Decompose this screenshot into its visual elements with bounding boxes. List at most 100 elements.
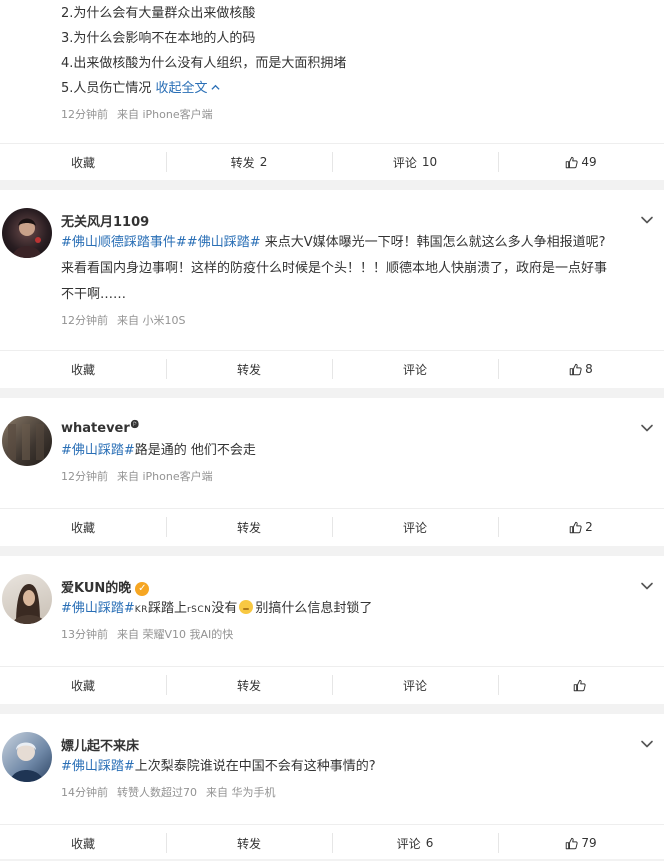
post-source: 来自 荣耀V10 我AI的快 [117, 628, 234, 641]
avatar[interactable] [2, 732, 52, 782]
post-meta: 12分钟前 来自 iPhone客户端 [61, 106, 222, 122]
thumbs-up-icon [573, 679, 586, 692]
repost-button[interactable]: 转发 2 [166, 144, 332, 180]
post-card-4: 嫖儿起不来床 #佛山踩踏#上次梨泰院谁说在中国不会有这种事情的? 14分钟前 转赞… [0, 714, 664, 859]
like-button[interactable]: 8 [498, 351, 664, 387]
card-gap [0, 180, 664, 190]
user-mark: 🅟 [130, 420, 139, 429]
comment-count: 6 [425, 836, 434, 850]
post-meta: 14分钟前 转赞人数超过70 来自 华为手机 [61, 784, 285, 800]
post-time: 12分钟前 [61, 470, 108, 483]
avatar-image [8, 424, 44, 460]
favorite-button[interactable]: 收藏 [0, 509, 166, 545]
chevron-down-icon[interactable] [640, 737, 654, 751]
card-gap [0, 704, 664, 714]
post-time: 12分钟前 [61, 314, 108, 327]
like-button[interactable]: 79 [498, 825, 664, 861]
card-gap [0, 546, 664, 556]
thumbs-up-icon [565, 837, 578, 850]
chevron-up-icon [210, 84, 220, 90]
comment-button[interactable]: 评论 10 [332, 144, 498, 180]
post-card-0: 2.为什么会有大量群众出来做核酸 3.为什么会影响不在本地的人的码 4.出来做核… [0, 0, 664, 180]
action-bar: 收藏 转发 2 评论 10 49 [0, 143, 664, 180]
chevron-down-icon[interactable] [640, 421, 654, 435]
avatar[interactable] [2, 208, 52, 258]
action-bar: 收藏 转发 评论 2 [0, 508, 664, 545]
post-meta: 13分钟前 来自 荣耀V10 我AI的快 [61, 626, 242, 642]
favorite-button[interactable]: 收藏 [0, 667, 166, 703]
post-card-2: whatever🅟 #佛山踩踏#路是通的 他们不会走 12分钟前 来自 iPhon… [0, 398, 664, 546]
post-time: 13分钟前 [61, 628, 108, 641]
topic-link[interactable]: #佛山踩踏# [61, 759, 135, 774]
username[interactable]: 嫖儿起不来床 [61, 735, 139, 754]
topic-link[interactable]: #佛山踩踏# [61, 443, 135, 458]
comment-count: 10 [421, 155, 438, 169]
post-card-1: 无关风月1109 #佛山顺德踩踏事件##佛山踩踏# 来点大V媒体曝光一下呀！韩国… [0, 190, 664, 388]
action-bar: 收藏 转发 评论 [0, 666, 664, 703]
post-source: 来自 小米10S [117, 314, 186, 327]
action-bar: 收藏 转发 评论 8 [0, 350, 664, 387]
comment-button[interactable]: 评论 [332, 351, 498, 387]
comment-button[interactable]: 评论 [332, 509, 498, 545]
avatar[interactable] [2, 416, 52, 466]
post-text-line-last: 5.人员伤亡情况 [61, 81, 152, 96]
thumbs-up-icon [565, 156, 578, 169]
post-text: #佛山踩踏#上次梨泰院谁说在中国不会有这种事情的? [61, 759, 376, 774]
thumbs-up-icon [569, 521, 582, 534]
action-bar: 收藏 转发 评论 6 79 [0, 824, 664, 861]
post-text-line: 5.人员伤亡情况 收起全文 [61, 77, 221, 101]
post-text: #佛山踩踏#KR踩踏上rSCN没有 别搞什么信息封锁了 [61, 600, 373, 616]
thumbs-up-icon [569, 363, 582, 376]
post-meta: 12分钟前 来自 iPhone客户端 [61, 468, 222, 484]
favorite-button[interactable]: 收藏 [0, 825, 166, 861]
like-button[interactable] [498, 667, 664, 703]
like-count: 8 [585, 362, 593, 376]
comment-button[interactable]: 评论 [332, 667, 498, 703]
repost-button[interactable]: 转发 [166, 509, 332, 545]
chevron-down-icon[interactable] [640, 579, 654, 593]
collapse-link[interactable]: 收起全文 [156, 81, 221, 96]
post-text-line: 不干啊…… [61, 287, 127, 302]
comment-button[interactable]: 评论 6 [332, 825, 498, 861]
verified-badge-icon: ✓ [135, 582, 150, 596]
post-time: 12分钟前 [61, 108, 108, 121]
post-text-line: 4.出来做核酸为什么没有人组织，而是大面积拥堵 [61, 56, 347, 71]
repost-button[interactable]: 转发 [166, 667, 332, 703]
like-count: 49 [581, 155, 597, 169]
repost-count: 2 [259, 155, 268, 169]
post-meta: 12分钟前 来自 小米10S [61, 312, 194, 328]
post-time: 14分钟前 [61, 786, 108, 799]
avatar[interactable] [2, 574, 52, 624]
like-button[interactable]: 49 [498, 144, 664, 180]
kr-text: KR [134, 605, 148, 615]
scn-text: rSCN [186, 605, 212, 615]
username[interactable]: 爱KUN的晚 ✓ [61, 577, 150, 596]
post-text-line: 3.为什么会影响不在本地的人的码 [61, 31, 256, 46]
like-button[interactable]: 2 [498, 509, 664, 545]
topic-link[interactable]: #佛山顺德踩踏事件# [61, 235, 187, 250]
topic-link[interactable]: #佛山踩踏# [61, 601, 135, 616]
post-card-3: 爱KUN的晚 ✓ #佛山踩踏#KR踩踏上rSCN没有 别搞什么信息封锁了 13分钟前… [0, 556, 664, 704]
username[interactable]: 无关风月1109 [61, 211, 149, 230]
post-source: 来自 iPhone客户端 [117, 108, 213, 121]
chevron-down-icon[interactable] [640, 213, 654, 227]
like-count: 2 [585, 520, 593, 534]
post-text-line: 2.为什么会有大量群众出来做核酸 [61, 6, 256, 21]
post-text: #佛山顺德踩踏事件##佛山踩踏# 来点大V媒体曝光一下呀！韩国怎么就这么多人争相… [61, 235, 606, 250]
avatar-image [12, 584, 46, 624]
favorite-button[interactable]: 收藏 [0, 351, 166, 387]
post-source: 来自 iPhone客户端 [117, 470, 213, 483]
post-source: 来自 华为手机 [206, 786, 276, 799]
post-text-line: 来看看国内身边事啊！这样的防疫什么时候是个头！！！顺德本地人快崩溃了，政府是一点… [61, 261, 608, 276]
avatar-image [12, 218, 42, 258]
repost-info: 转赞人数超过70 [117, 786, 197, 799]
repost-button[interactable]: 转发 [166, 351, 332, 387]
topic-link[interactable]: #佛山踩踏# [187, 235, 261, 250]
like-count: 79 [581, 836, 597, 850]
favorite-button[interactable]: 收藏 [0, 144, 166, 180]
emoji-face-icon [239, 600, 254, 614]
username[interactable]: whatever🅟 [61, 419, 139, 436]
repost-button[interactable]: 转发 [166, 825, 332, 861]
avatar-image [10, 742, 44, 782]
post-text: #佛山踩踏#路是通的 他们不会走 [61, 443, 256, 458]
